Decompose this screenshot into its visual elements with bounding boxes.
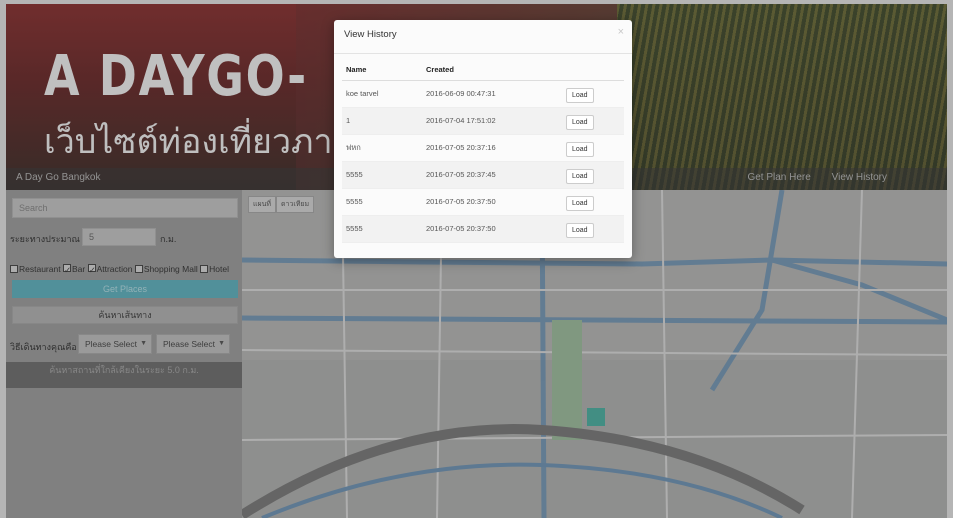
row-name: 5555: [342, 161, 422, 189]
table-row: 5555 2016-07-05 20:37:45 Load: [342, 161, 624, 189]
column-header-created: Created: [422, 60, 562, 81]
row-created: 2016-07-05 20:37:45: [422, 161, 562, 189]
table-header-row: Name Created: [342, 60, 624, 81]
load-button[interactable]: Load: [566, 196, 594, 211]
row-action: Load: [562, 107, 624, 135]
row-name: 5555: [342, 215, 422, 243]
row-action: Load: [562, 80, 624, 108]
table-row: 1 2016-07-04 17:51:02 Load: [342, 107, 624, 135]
table-row: koe tarvel 2016-06-09 00:47:31 Load: [342, 80, 624, 108]
load-button[interactable]: Load: [566, 169, 594, 184]
column-header-name: Name: [342, 60, 422, 81]
table-row: ฟหก 2016-07-05 20:37:16 Load: [342, 134, 624, 162]
load-button[interactable]: Load: [566, 223, 594, 238]
row-name: 5555: [342, 188, 422, 216]
row-action: Load: [562, 215, 624, 243]
row-created: 2016-07-05 20:37:16: [422, 134, 562, 162]
row-name: koe tarvel: [342, 80, 422, 108]
row-name: ฟหก: [342, 134, 422, 162]
row-created: 2016-06-09 00:47:31: [422, 80, 562, 108]
close-icon[interactable]: ×: [618, 26, 624, 38]
row-created: 2016-07-04 17:51:02: [422, 107, 562, 135]
row-action: Load: [562, 134, 624, 162]
table-row: 5555 2016-07-05 20:37:50 Load: [342, 215, 624, 243]
load-button[interactable]: Load: [566, 142, 594, 157]
row-name: 1: [342, 107, 422, 135]
row-created: 2016-07-05 20:37:50: [422, 188, 562, 216]
history-table: Name Created koe tarvel 2016-06-09 00:47…: [342, 60, 624, 243]
modal-title: View History: [344, 29, 397, 40]
row-action: Load: [562, 188, 624, 216]
view-history-modal: View History × Name Created koe tarvel 2…: [334, 20, 632, 258]
load-button[interactable]: Load: [566, 115, 594, 130]
column-header-action: [562, 60, 624, 81]
row-created: 2016-07-05 20:37:50: [422, 215, 562, 243]
table-row: 5555 2016-07-05 20:37:50 Load: [342, 188, 624, 216]
load-button[interactable]: Load: [566, 88, 594, 103]
modal-header: View History ×: [334, 20, 632, 54]
row-action: Load: [562, 161, 624, 189]
